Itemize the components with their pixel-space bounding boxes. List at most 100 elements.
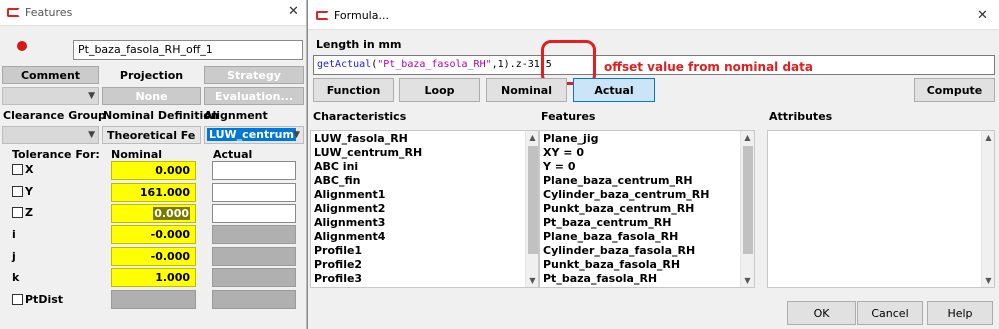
clearance-group-dropdown[interactable]: ▼ (2, 126, 99, 144)
features-header: Features (541, 110, 596, 123)
list-item[interactable]: Plane_baza_centrum_RH (540, 174, 740, 188)
compute-button[interactable]: Compute (914, 78, 995, 102)
list-item[interactable]: LUW_centrum_RH (311, 146, 525, 160)
actual-k-field (212, 268, 296, 287)
scroll-up-icon[interactable]: ▲ (741, 133, 754, 142)
list-item[interactable]: Cylinder_baza_fasola_RH (540, 244, 740, 258)
list-item[interactable]: Plane_jig (540, 132, 740, 146)
list-item[interactable]: Pt_baza_centrum_RH (540, 216, 740, 230)
nominal-definition-dropdown[interactable]: Theoretical Fe (102, 126, 201, 144)
actual-i-field (212, 225, 296, 244)
nominal-k-field[interactable]: 1.000 (111, 268, 196, 287)
list-item[interactable]: Alignment1 (311, 188, 525, 202)
features-scrollbar[interactable]: ▲ ▼ (740, 131, 754, 287)
tab-comment[interactable]: Comment (2, 66, 99, 84)
tab-projection[interactable]: Projection (102, 66, 201, 84)
close-icon[interactable]: ✕ (977, 8, 988, 23)
formula-titlebar: Formula... ✕ (308, 0, 999, 30)
alignment-value: LUW_centrum (207, 128, 296, 141)
scroll-up-icon[interactable]: ▲ (982, 133, 994, 142)
nominal-z-field[interactable]: 0.000 (111, 204, 196, 223)
features-list[interactable]: Plane_jig XY = 0 Y = 0 Plane_baza_centru… (539, 130, 755, 288)
projection-dropdown[interactable]: ▼ (2, 87, 99, 105)
row-label-ptdist: PtDist (25, 293, 64, 306)
tab-strategy[interactable]: Strategy (204, 66, 304, 84)
actual-j-field (212, 247, 296, 266)
characteristics-items: LUW_fasola_RH LUW_centrum_RH ABC ini ABC… (311, 132, 525, 286)
list-item[interactable]: Y = 0 (540, 160, 740, 174)
red-dot-icon (17, 41, 27, 51)
formula-function: getActual (317, 59, 372, 70)
checkbox-ptdist[interactable] (12, 294, 23, 305)
list-item[interactable]: LUW_fasola_RH (311, 132, 525, 146)
scroll-thumb[interactable] (743, 146, 753, 254)
list-item[interactable]: Punkt_baza_fasola_RH (540, 258, 740, 272)
none-button[interactable]: None (102, 87, 201, 105)
checkbox-z[interactable] (12, 207, 23, 218)
nominal-j-field[interactable]: -0.000 (111, 247, 196, 266)
alignment-label: Alignment (204, 109, 268, 122)
formula-title: Formula... (334, 9, 389, 22)
app-icon (316, 11, 329, 20)
features-items: Plane_jig XY = 0 Y = 0 Plane_baza_centru… (540, 132, 740, 286)
nominal-button[interactable]: Nominal (486, 78, 567, 102)
nominal-header: Nominal (111, 148, 163, 161)
loop-button[interactable]: Loop (399, 78, 480, 102)
help-button[interactable]: Help (927, 301, 993, 325)
alignment-dropdown[interactable]: LUW_centrum ▼ (204, 126, 304, 144)
evaluation-button[interactable]: Evaluation... (204, 87, 304, 105)
attributes-scrollbar[interactable]: ▲ ▼ (981, 131, 994, 287)
list-item[interactable]: Cylinder_baza_centrum_RH (540, 188, 740, 202)
scroll-down-icon[interactable]: ▼ (741, 276, 754, 285)
ok-button[interactable]: OK (787, 301, 856, 325)
list-item[interactable]: Alignment2 (311, 202, 525, 216)
list-item[interactable]: Punkt_baza_centrum_RH (540, 202, 740, 216)
nominal-z-value: 0.000 (153, 207, 190, 220)
actual-x-field[interactable] (212, 161, 296, 180)
clearance-group-label: Clearance Group (3, 109, 106, 122)
list-item[interactable]: Alignment4 (311, 230, 525, 244)
length-label: Length in mm (316, 38, 402, 51)
list-item[interactable]: ABC_fin (311, 174, 525, 188)
nominal-x-field[interactable]: 0.000 (111, 161, 196, 180)
function-button[interactable]: Function (313, 78, 394, 102)
list-item[interactable]: Plane_baza_fasola_RH (540, 230, 740, 244)
actual-z-field[interactable] (212, 204, 296, 223)
nominal-definition-value: Theoretical Fe (107, 129, 196, 142)
close-icon[interactable]: ✕ (288, 4, 299, 19)
actual-ptdist-field (212, 290, 296, 309)
list-item[interactable]: ABC ini (311, 160, 525, 174)
characteristics-list[interactable]: LUW_fasola_RH LUW_centrum_RH ABC ini ABC… (310, 130, 539, 288)
characteristics-header: Characteristics (313, 110, 407, 123)
cancel-button[interactable]: Cancel (857, 301, 923, 325)
row-label-y: Y (25, 185, 33, 198)
formula-rest: ,1).z (491, 59, 522, 70)
nominal-ptdist-field (111, 290, 196, 309)
actual-button[interactable]: Actual (573, 78, 655, 102)
list-item[interactable]: Pt_baza_fasola_RH (540, 272, 740, 286)
nominal-y-field[interactable]: 161.000 (111, 183, 196, 202)
scroll-down-icon[interactable]: ▼ (526, 276, 538, 285)
scroll-thumb[interactable] (528, 146, 538, 254)
attributes-header: Attributes (769, 110, 833, 123)
annotation-text: offset value from nominal data (604, 60, 813, 74)
row-label-x: X (25, 163, 34, 176)
features-titlebar: Features ✕ (0, 0, 306, 26)
checkbox-x[interactable] (12, 164, 23, 175)
list-item[interactable]: Profile1 (311, 244, 525, 258)
nominal-definition-label: Nominal Definition (103, 109, 219, 122)
list-item[interactable]: Alignment3 (311, 216, 525, 230)
feature-name-field[interactable]: Pt_baza_fasola_RH_off_1 (73, 40, 303, 60)
nominal-i-field[interactable]: -0.000 (111, 225, 196, 244)
list-item[interactable]: Profile3 (311, 272, 525, 286)
row-label-i: i (12, 228, 16, 241)
attributes-list[interactable]: ▲ ▼ (767, 130, 995, 288)
list-item[interactable]: Profile2 (311, 258, 525, 272)
scroll-down-icon[interactable]: ▼ (982, 276, 994, 285)
characteristics-scrollbar[interactable]: ▲ ▼ (525, 131, 538, 287)
checkbox-y[interactable] (12, 186, 23, 197)
list-item[interactable]: XY = 0 (540, 146, 740, 160)
actual-y-field[interactable] (212, 183, 296, 202)
app-icon (7, 8, 20, 17)
scroll-up-icon[interactable]: ▲ (526, 133, 538, 142)
